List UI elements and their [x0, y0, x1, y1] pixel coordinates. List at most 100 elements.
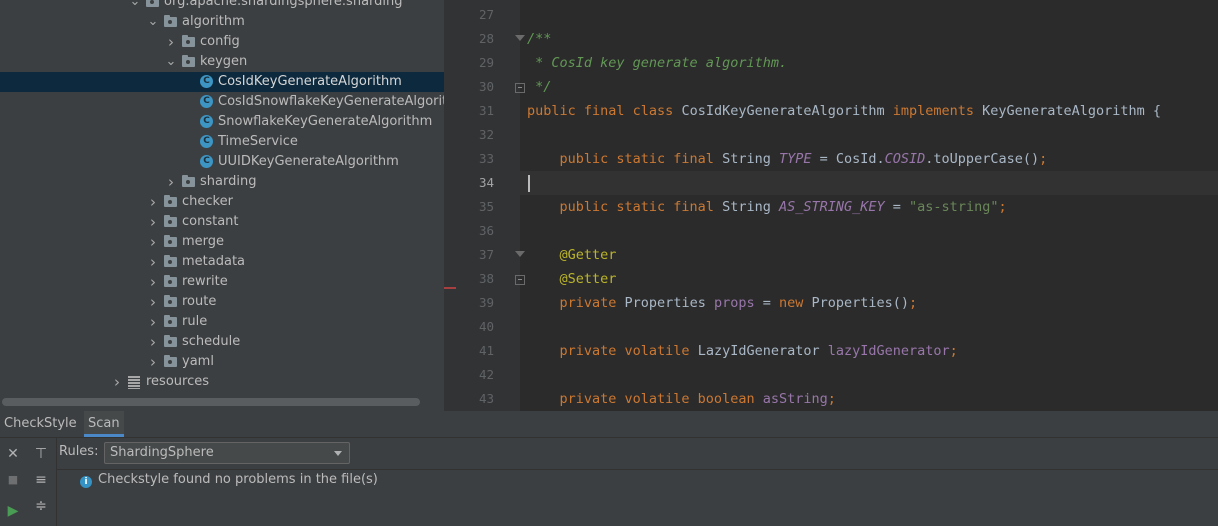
fold-open-icon[interactable] [515, 35, 525, 41]
run-icon[interactable]: ▶ [5, 503, 21, 519]
tree-item[interactable]: › rule [0, 312, 444, 332]
horizontal-scrollbar[interactable] [2, 398, 420, 406]
code-token: String [722, 151, 779, 167]
chevron-down-icon[interactable]: ⌄ [147, 15, 159, 29]
code-token: * CosId key generate algorithm. [527, 55, 788, 71]
package-folder-icon [146, 0, 160, 9]
code-token: @Setter [527, 271, 617, 287]
package-folder-icon [164, 295, 178, 309]
package-folder-icon [164, 355, 178, 369]
code-token: ; [909, 295, 918, 311]
code-line: * CosId key generate algorithm. [527, 51, 787, 75]
fold-end-icon[interactable] [515, 275, 525, 285]
line-number: 34 [478, 175, 494, 190]
chevron-right-icon[interactable]: › [147, 315, 159, 330]
checkstyle-toolbar: ✕ ⊤ ■ ≡ ▶ ≑ [0, 438, 57, 526]
code-token: = [754, 295, 779, 311]
tab-scan[interactable]: Scan [84, 411, 124, 437]
close-icon[interactable]: ✕ [5, 446, 21, 462]
chevron-right-icon[interactable]: › [147, 195, 159, 210]
tree-item[interactable]: C TimeService [0, 132, 444, 152]
code-token: /** [527, 31, 552, 47]
code-token: implements [892, 103, 983, 119]
code-token: asString [762, 391, 828, 407]
chevron-right-icon[interactable]: › [147, 355, 159, 370]
fold-open-icon[interactable] [515, 251, 525, 257]
code-token: COSID [884, 151, 926, 167]
code-token: public static final [527, 199, 723, 215]
chevron-right-icon[interactable]: › [111, 375, 123, 390]
tree-item[interactable]: C SnowflakeKeyGenerateAlgorithm [0, 112, 444, 132]
tree-item[interactable]: › resources [0, 372, 444, 392]
chevron-right-icon[interactable]: › [147, 335, 159, 350]
code-line: @Getter [527, 243, 617, 267]
tree-item[interactable]: › constant [0, 212, 444, 232]
code-line: public final class CosIdKeyGenerateAlgor… [527, 99, 1161, 123]
expand-all-icon[interactable]: ≡ [33, 472, 49, 488]
package-folder-icon [182, 55, 196, 69]
class-icon: C [200, 135, 214, 149]
code-token: private volatile boolean [527, 391, 763, 407]
tree-item[interactable]: ⌄ algorithm [0, 12, 444, 32]
code-line: private volatile boolean asString; [527, 387, 836, 411]
tab-checkstyle[interactable]: CheckStyle [0, 411, 81, 437]
code-token: ; [827, 391, 836, 407]
line-number: 27 [478, 7, 494, 22]
collapse-all-icon[interactable]: ≑ [33, 498, 49, 514]
code-token: TYPE [778, 151, 812, 167]
tree-item-label: org.apache.shardingsphere.sharding [164, 0, 403, 9]
fold-end-icon[interactable] [515, 83, 525, 93]
scan-result-message: i Checkstyle found no problems in the fil… [80, 471, 378, 489]
code-token: public static final [527, 151, 723, 167]
code-token: private [527, 295, 625, 311]
stop-icon[interactable]: ■ [5, 472, 21, 488]
chevron-right-icon[interactable]: › [147, 275, 159, 290]
code-editor[interactable]: 27 28 29 30 31 32 33 34 35 36 37 38 39 40 41 42 43 /** *… [458, 0, 1218, 411]
code-line: public static final String TYPE = CosId.… [527, 147, 1048, 171]
tree-item[interactable]: › checker [0, 192, 444, 212]
rules-dropdown[interactable]: ShardingSphere [104, 442, 350, 464]
chevron-right-icon[interactable]: › [165, 175, 177, 190]
chevron-down-icon[interactable]: ⌄ [129, 0, 141, 9]
tree-item[interactable]: ⌄ keygen [0, 52, 444, 72]
package-folder-icon [164, 275, 178, 289]
chevron-right-icon[interactable]: › [147, 295, 159, 310]
chevron-right-icon[interactable]: › [147, 235, 159, 250]
tree-item[interactable]: C CosIdSnowflakeKeyGenerateAlgorithm [0, 92, 444, 112]
tree-item[interactable]: › yaml [0, 352, 444, 372]
current-line-highlight [520, 171, 1218, 195]
tree-item[interactable]: C CosIdKeyGenerateAlgorithm [0, 72, 444, 92]
pin-icon[interactable]: ⊤ [33, 446, 49, 462]
line-number: 37 [478, 247, 494, 262]
tree-item[interactable]: › rewrite [0, 272, 444, 292]
tree-item[interactable]: › schedule [0, 332, 444, 352]
code-token: Properties [624, 295, 714, 311]
code-token: private volatile [527, 343, 698, 359]
line-number-gutter: 27 28 29 30 31 32 33 34 35 36 37 38 39 40 41 42 43 [458, 0, 520, 411]
tree-item-label: resources [146, 374, 210, 389]
package-folder-icon [164, 15, 178, 29]
tree-item[interactable]: C UUIDKeyGenerateAlgorithm [0, 152, 444, 172]
tree-item[interactable]: › metadata [0, 252, 444, 272]
chevron-right-icon[interactable]: › [165, 35, 177, 50]
chevron-right-icon[interactable]: › [147, 215, 159, 230]
tree-item[interactable]: ⌄ org.apache.shardingsphere.sharding [0, 0, 444, 12]
code-line: public static final String AS_STRING_KEY… [527, 195, 1007, 219]
tree-item[interactable]: › sharding [0, 172, 444, 192]
line-number: 31 [478, 103, 494, 118]
tree-item-label: merge [182, 234, 225, 249]
code-token: ; [949, 343, 958, 359]
divider [56, 469, 1218, 470]
line-number: 32 [478, 127, 494, 142]
tree-item-label: CosIdKeyGenerateAlgorithm [218, 74, 402, 89]
tree-item[interactable]: › merge [0, 232, 444, 252]
package-folder-icon [164, 235, 178, 249]
chevron-down-icon[interactable]: ⌄ [165, 55, 177, 69]
editor-splitter[interactable] [444, 0, 458, 411]
chevron-right-icon[interactable]: › [147, 255, 159, 270]
class-icon: C [200, 115, 214, 129]
code-token: String [722, 199, 779, 215]
tree-item-label: SnowflakeKeyGenerateAlgorithm [218, 114, 433, 129]
tree-item[interactable]: › config [0, 32, 444, 52]
tree-item[interactable]: › route [0, 292, 444, 312]
